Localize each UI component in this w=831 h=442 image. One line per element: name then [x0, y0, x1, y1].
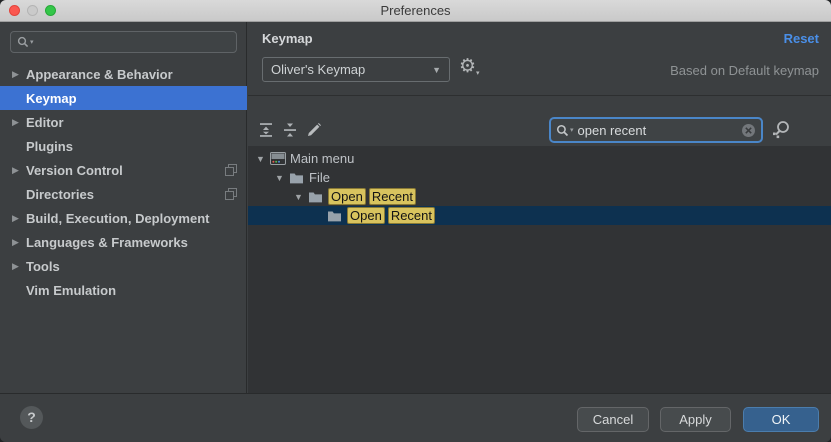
sidebar-list: ▶Appearance & BehaviorKeymap▶EditorPlugi… — [0, 62, 247, 302]
settings-sidebar: ▾ ▶Appearance & BehaviorKeymap▶EditorPlu… — [0, 22, 247, 393]
sidebar-item-tools[interactable]: ▶Tools — [0, 254, 247, 278]
keymap-tree: ▼Main menu▼File▼OpenRecentOpenRecent — [248, 146, 831, 393]
sidebar-item-label: Directories — [26, 187, 94, 202]
action-search-input[interactable] — [578, 123, 741, 138]
sidebar-item-label: Tools — [26, 259, 60, 274]
cancel-button[interactable]: Cancel — [577, 407, 649, 432]
page-title: Keymap — [262, 31, 313, 46]
expand-all-icon[interactable] — [258, 122, 274, 138]
tree-row-file[interactable]: ▼ File — [248, 168, 831, 187]
tree-row-open-recent[interactable]: ▼ OpenRecent — [248, 187, 831, 206]
keymap-dropdown-value: Oliver's Keymap — [271, 62, 432, 77]
sidebar-item-appearance-behavior[interactable]: ▶Appearance & Behavior — [0, 62, 247, 86]
find-by-shortcut-icon[interactable] — [770, 119, 792, 141]
chevron-down-icon: ▼ — [432, 65, 441, 75]
project-settings-icon — [225, 164, 237, 176]
gear-icon[interactable]: ⚙▾ — [459, 55, 480, 77]
project-settings-icon — [225, 188, 237, 200]
search-options-caret-icon: ▾ — [30, 38, 34, 46]
sidebar-item-label: Version Control — [26, 163, 123, 178]
tree-node-label: File — [309, 170, 330, 185]
keymap-dropdown[interactable]: Oliver's Keymap ▼ — [262, 57, 450, 82]
minimize-icon — [27, 5, 38, 16]
expand-arrow-icon[interactable]: ▶ — [12, 261, 26, 272]
zoom-icon[interactable] — [45, 5, 56, 16]
search-match-highlight: Open — [328, 188, 366, 205]
sidebar-item-vim-emulation[interactable]: Vim Emulation — [0, 278, 247, 302]
expand-arrow-icon[interactable]: ▶ — [12, 165, 26, 176]
tree-row-open-recent[interactable]: OpenRecent — [248, 206, 831, 225]
search-icon[interactable]: ▾ — [17, 36, 34, 48]
preferences-window: Preferences ▾ ▶Appearance & BehaviorKeym… — [0, 0, 831, 442]
search-options-caret-icon: ▾ — [570, 126, 574, 134]
expand-arrow-icon[interactable]: ▶ — [12, 237, 26, 248]
sidebar-item-label: Keymap — [26, 91, 77, 106]
sidebar-item-keymap[interactable]: Keymap — [0, 86, 247, 110]
search-match-highlight: Recent — [369, 188, 416, 205]
reset-link[interactable]: Reset — [784, 31, 819, 46]
folder-icon — [327, 210, 347, 222]
footer-bar: ? Cancel Apply OK — [0, 393, 831, 442]
window-title: Preferences — [380, 3, 450, 18]
action-search-field[interactable]: ▾ — [549, 117, 763, 143]
clear-icon[interactable] — [741, 123, 756, 138]
tree-row-main-menu[interactable]: ▼ Main menu — [248, 149, 831, 168]
based-on-label: Based on Default keymap — [670, 63, 819, 78]
sidebar-item-editor[interactable]: ▶Editor — [0, 110, 247, 134]
sidebar-item-label: Vim Emulation — [26, 283, 116, 298]
sidebar-item-label: Languages & Frameworks — [26, 235, 188, 250]
title-bar: Preferences — [0, 0, 831, 22]
sidebar-item-label: Plugins — [26, 139, 73, 154]
tree-node-label: Main menu — [290, 151, 354, 166]
collapse-all-icon[interactable] — [282, 122, 298, 138]
search-icon[interactable]: ▾ — [556, 124, 574, 137]
expand-arrow-icon[interactable]: ▶ — [12, 213, 26, 224]
sidebar-item-label: Build, Execution, Deployment — [26, 211, 209, 226]
help-button[interactable]: ? — [20, 406, 43, 429]
apply-button[interactable]: Apply — [660, 407, 731, 432]
collapse-arrow-icon[interactable]: ▼ — [275, 173, 289, 183]
sidebar-search-input[interactable] — [38, 35, 230, 50]
sidebar-item-label: Editor — [26, 115, 64, 130]
sidebar-search-field[interactable]: ▾ — [10, 31, 237, 53]
sidebar-item-languages-frameworks[interactable]: ▶Languages & Frameworks — [0, 230, 247, 254]
sidebar-item-version-control[interactable]: ▶Version Control — [0, 158, 247, 182]
folder-icon — [289, 172, 309, 184]
expand-arrow-icon[interactable]: ▶ — [12, 117, 26, 128]
keymap-panel: Keymap Reset Oliver's Keymap ▼ ⚙▾ Based … — [248, 22, 831, 393]
gear-caret-icon: ▾ — [476, 69, 480, 77]
edit-icon[interactable] — [306, 122, 322, 138]
folder-icon — [308, 191, 328, 203]
search-match-highlight: Open — [347, 207, 385, 224]
expand-arrow-icon[interactable]: ▶ — [12, 69, 26, 80]
sidebar-item-label: Appearance & Behavior — [26, 67, 173, 82]
sidebar-item-plugins[interactable]: Plugins — [0, 134, 247, 158]
sidebar-item-directories[interactable]: Directories — [0, 182, 247, 206]
header-separator — [248, 95, 831, 96]
collapse-arrow-icon[interactable]: ▼ — [256, 154, 270, 164]
close-icon[interactable] — [9, 5, 20, 16]
main-menu-icon — [270, 152, 290, 165]
collapse-arrow-icon[interactable]: ▼ — [294, 192, 308, 202]
ok-button[interactable]: OK — [743, 407, 819, 432]
search-match-highlight: Recent — [388, 207, 435, 224]
sidebar-item-build-execution-deployment[interactable]: ▶Build, Execution, Deployment — [0, 206, 247, 230]
